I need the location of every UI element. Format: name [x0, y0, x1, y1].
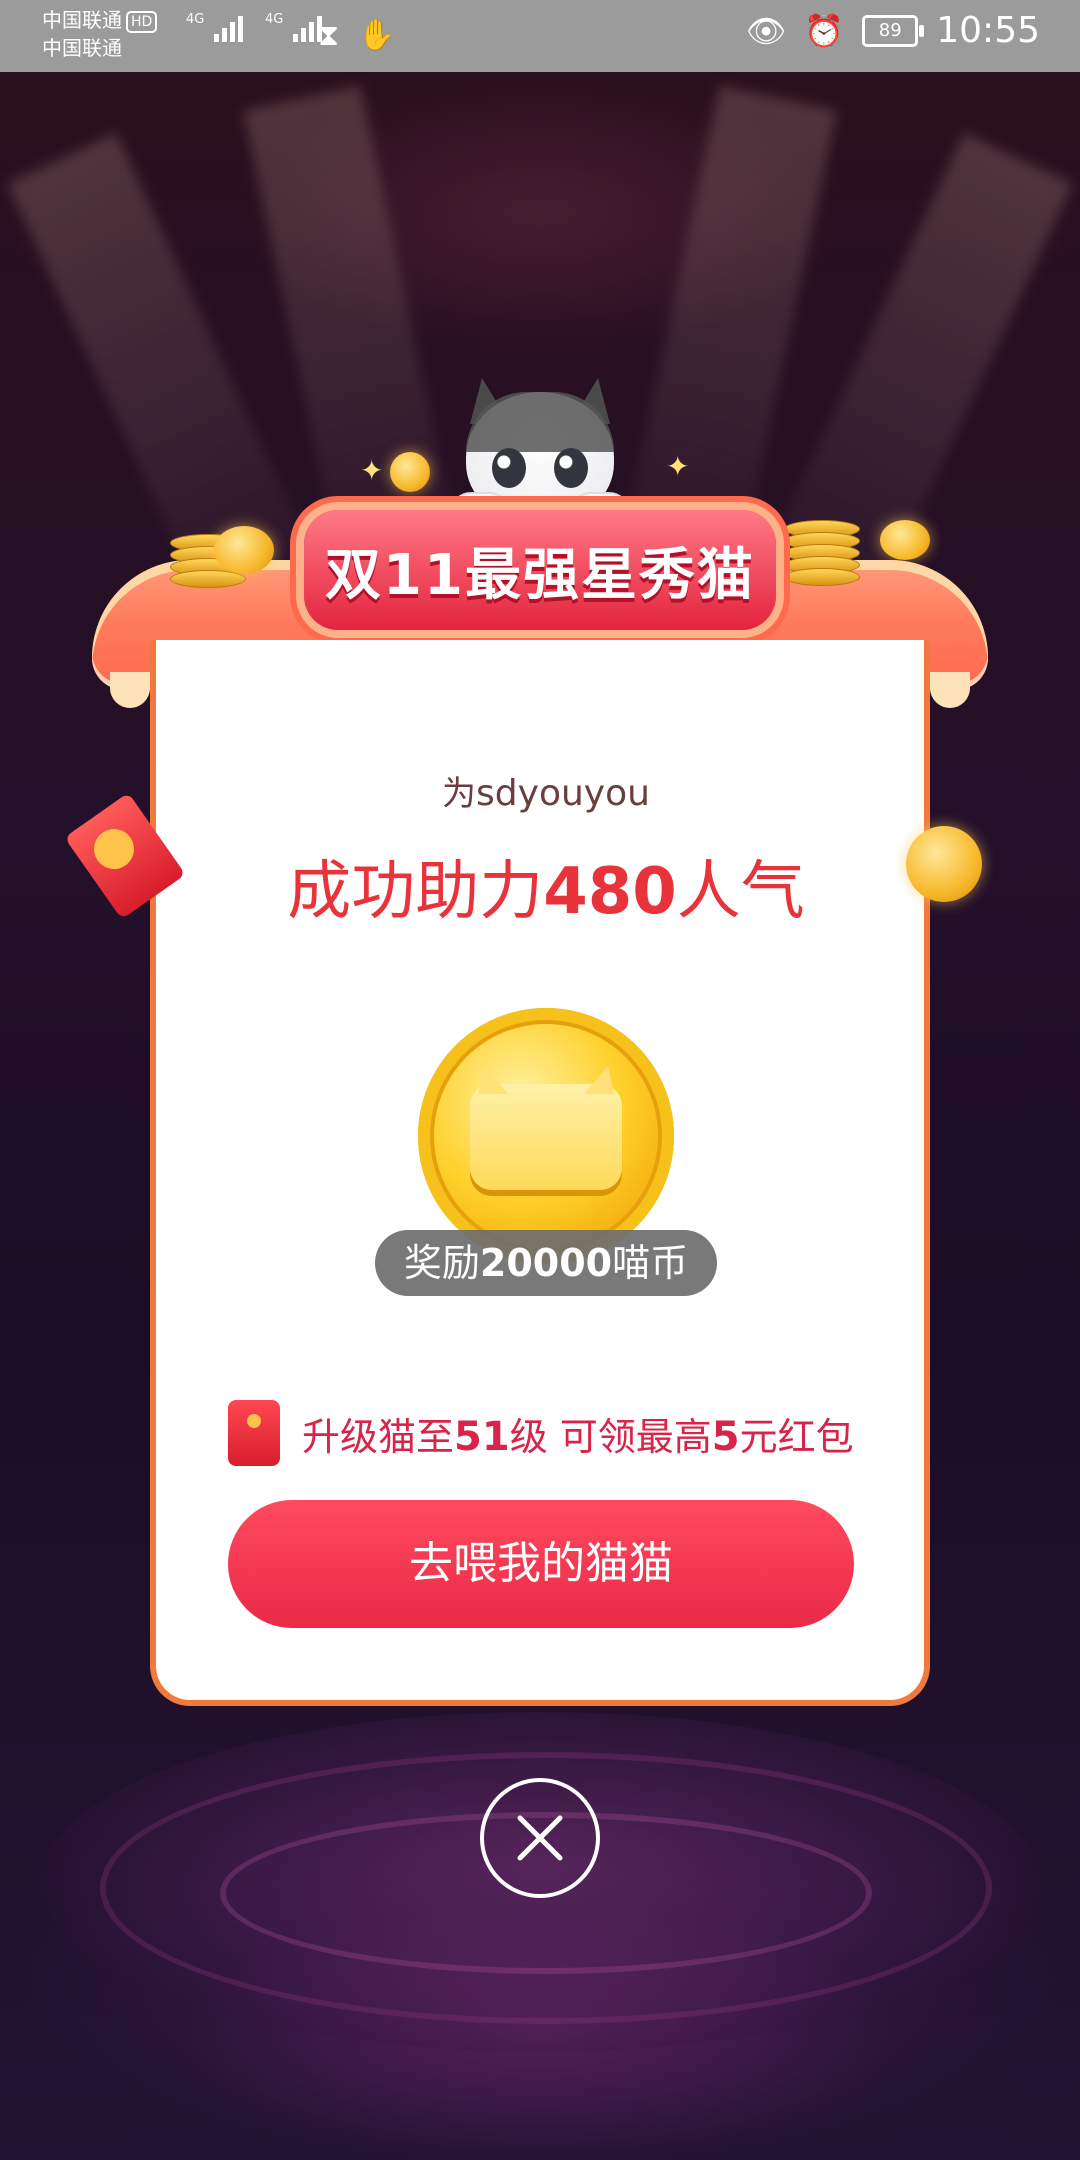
for-prefix: 为: [442, 774, 477, 814]
reward-prefix: 奖励: [403, 1241, 480, 1285]
reward-popup-card: 为sdyouyou 成功助力480人气 奖励20000喵币 升级猫至51级 可领…: [150, 640, 930, 1706]
signal-indicators: 4G 4G: [186, 12, 322, 42]
network-type-label: 4G: [265, 12, 284, 27]
popup-title: 双11最强星秀猫: [325, 542, 755, 608]
coin-stack-icon: [784, 520, 860, 586]
feed-my-cat-button[interactable]: 去喂我的猫猫: [228, 1500, 854, 1628]
upgrade-suffix: 元红包: [739, 1414, 854, 1459]
username: sdyouyou: [476, 773, 650, 814]
hand-icon: ✋: [358, 18, 396, 53]
signal-icon: 4G: [265, 12, 322, 42]
coin-icon: [880, 520, 930, 560]
upgrade-prefix: 升级猫至: [302, 1414, 455, 1459]
coin-icon: [906, 826, 982, 902]
carrier-label: 中国联通: [42, 36, 122, 60]
hd-icon: HD: [126, 10, 158, 33]
clock: 10:55: [936, 10, 1040, 51]
hourglass-icon: ⧗: [318, 18, 340, 53]
popularity-value: 480: [543, 855, 677, 929]
success-suffix: 人气: [676, 855, 805, 929]
close-button[interactable]: [480, 1778, 600, 1898]
upgrade-level: 51: [454, 1413, 510, 1460]
battery-icon: 89: [862, 14, 925, 47]
red-packet-icon: [228, 1400, 280, 1466]
upgrade-amount: 5: [711, 1413, 740, 1460]
close-icon: [517, 1815, 563, 1861]
upgrade-mid: 级 可领最高: [509, 1414, 712, 1459]
signal-icon: 4G: [186, 12, 243, 42]
reward-amount: 20000: [479, 1241, 613, 1285]
network-type-label: 4G: [186, 12, 205, 27]
coin-icon: [390, 452, 430, 492]
meow-coin-icon: [418, 1008, 674, 1264]
assist-target-line: 为sdyouyou: [156, 766, 936, 815]
alarm-icon: ⏰: [804, 11, 845, 50]
status-right: 👁 ⏰ 89 10:55: [746, 10, 1040, 51]
sparkle-icon: ✦: [360, 454, 384, 487]
sparkle-icon: ✦: [666, 450, 690, 483]
success-prefix: 成功助力: [287, 855, 544, 929]
reward-badge: 奖励20000喵币: [375, 1230, 717, 1296]
carrier-info: 中国联通 HD 中国联通: [42, 6, 158, 62]
upgrade-text: 升级猫至51级 可领最高5元红包: [302, 1406, 854, 1461]
assist-result-headline: 成功助力480人气: [156, 840, 936, 932]
title-plate: 双11最强星秀猫: [304, 510, 776, 630]
battery-level: 89: [878, 19, 902, 41]
coin-icon: [214, 526, 274, 574]
upgrade-hint: 升级猫至51级 可领最高5元红包: [228, 1400, 854, 1466]
eye-icon: 👁: [745, 11, 787, 50]
cat-mascot: [450, 378, 630, 534]
carrier-label: 中国联通: [42, 8, 122, 32]
reward-suffix: 喵币: [612, 1241, 689, 1285]
status-bar: 中国联通 HD 中国联通 4G 4G ⧗ ✋ 👁 ⏰ 89 10:55: [0, 0, 1080, 72]
